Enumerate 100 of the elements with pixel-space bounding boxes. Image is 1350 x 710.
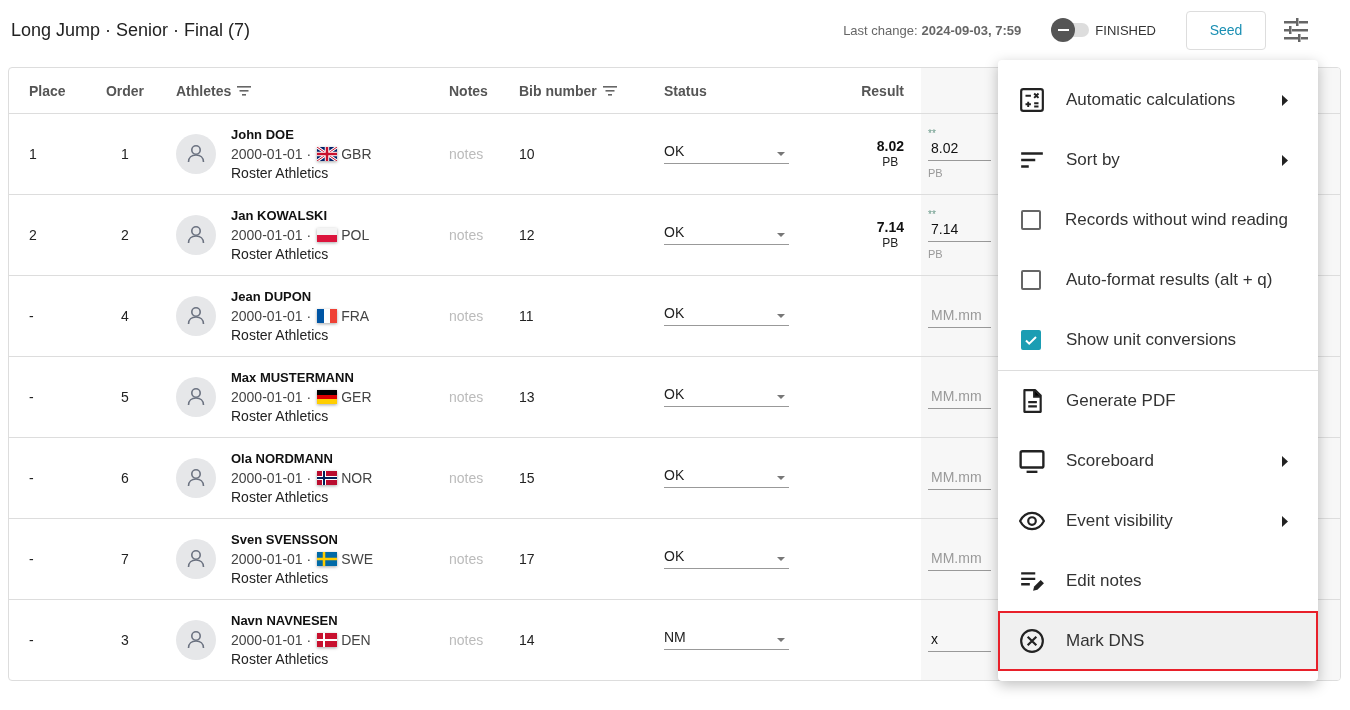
column-header[interactable]: Notes — [449, 82, 488, 99]
country-code: SWE — [341, 551, 374, 567]
menu-item[interactable]: Edit notes — [998, 551, 1318, 611]
birth-date: 2000-01-01 · — [231, 308, 312, 324]
filter-icon — [237, 86, 252, 96]
attempt-field[interactable]: 7.14 — [928, 218, 991, 242]
bib-cell: 11 — [519, 308, 534, 324]
result-note: PB — [882, 235, 899, 251]
athlete-name[interactable]: John DOE — [231, 127, 372, 143]
attempt-field[interactable]: MM.mm — [928, 466, 991, 490]
submenu-arrow-icon — [1282, 455, 1288, 467]
menu-item[interactable]: Mark DNS — [998, 611, 1318, 671]
caret-icon — [777, 475, 785, 480]
athlete-name[interactable]: Sven SVENSSON — [231, 532, 374, 548]
athlete-name[interactable]: Jean DUPON — [231, 289, 370, 305]
sliders-icon — [1283, 18, 1309, 42]
submenu-arrow-icon — [1282, 515, 1288, 527]
birth-date: 2000-01-01 · — [231, 389, 312, 405]
menu-item[interactable]: Show unit conversions — [998, 310, 1318, 370]
menu-item[interactable]: Automatic calculations — [998, 70, 1318, 130]
birth-date: 2000-01-01 · — [231, 632, 312, 648]
notes-field[interactable]: notes — [449, 227, 499, 243]
notes-field[interactable]: notes — [449, 308, 499, 324]
club-name: Roster Athletics — [231, 651, 330, 667]
settings-button[interactable] — [1282, 16, 1310, 44]
notes-field[interactable]: notes — [449, 632, 499, 648]
menu-item[interactable]: Auto-format results (alt + q) — [998, 250, 1318, 310]
birth-date: 2000-01-01 · — [231, 146, 312, 162]
flag-icon — [317, 309, 338, 323]
flag-icon — [317, 147, 338, 161]
attempt-note: PB — [928, 247, 944, 260]
status-select[interactable]: NM — [664, 628, 789, 650]
monitor-icon — [1019, 448, 1045, 474]
column-header[interactable]: Result — [861, 82, 904, 99]
menu-item[interactable]: Sort by — [998, 130, 1318, 190]
calculator-icon — [1019, 87, 1045, 113]
attempt-field[interactable]: MM.mm — [928, 547, 991, 571]
country-code: NOR — [341, 470, 373, 486]
seed-button[interactable]: Seed — [1186, 10, 1266, 50]
caret-icon — [777, 313, 785, 318]
avatar-icon — [176, 134, 216, 174]
record-mark: ** — [928, 129, 937, 138]
attempt-field[interactable]: 8.02 — [928, 137, 991, 161]
notes-field[interactable]: notes — [449, 389, 499, 405]
caret-icon — [777, 151, 785, 156]
checkbox[interactable] — [1021, 330, 1041, 350]
athlete-name[interactable]: Ola NORDMANN — [231, 451, 373, 467]
order-cell: 4 — [121, 308, 129, 324]
bib-cell: 12 — [519, 227, 535, 243]
notes-field[interactable]: notes — [449, 146, 499, 162]
order-cell: 6 — [121, 470, 129, 486]
athlete-name[interactable]: Max MUSTERMANN — [231, 370, 372, 386]
result-value: 7.14 — [876, 219, 904, 235]
country-code: POL — [341, 227, 370, 243]
caret-icon — [777, 556, 785, 561]
athlete-name[interactable]: Navn NAVNESEN — [231, 613, 371, 629]
place-cell: - — [29, 389, 34, 405]
column-header[interactable]: Status — [664, 82, 707, 99]
submenu-arrow-icon — [1282, 154, 1288, 166]
result-note: PB — [882, 154, 899, 170]
notes-field[interactable]: notes — [449, 470, 499, 486]
menu-item[interactable]: Generate PDF — [998, 371, 1318, 431]
status-select[interactable]: OK — [664, 223, 789, 245]
avatar-icon — [176, 620, 216, 660]
status-select[interactable]: OK — [664, 547, 789, 569]
finished-toggle[interactable] — [1051, 18, 1090, 42]
country-code: GBR — [341, 146, 372, 162]
checkbox[interactable] — [1021, 270, 1041, 290]
place-cell: - — [29, 551, 34, 567]
bib-cell: 15 — [519, 470, 535, 486]
attempt-field[interactable]: x — [928, 628, 991, 652]
attempt-note: PB — [928, 166, 944, 179]
menu-item[interactable]: Records without wind reading — [998, 190, 1318, 250]
menu-item[interactable]: Scoreboard — [998, 431, 1318, 491]
order-cell: 3 — [121, 632, 129, 648]
club-name: Roster Athletics — [231, 165, 330, 181]
athlete-name[interactable]: Jan KOWALSKI — [231, 208, 370, 224]
attempt-field[interactable]: MM.mm — [928, 304, 991, 328]
caret-icon — [777, 394, 785, 399]
avatar-icon — [176, 458, 216, 498]
club-name: Roster Athletics — [231, 489, 330, 505]
status-select[interactable]: OK — [664, 466, 789, 488]
checkbox[interactable] — [1021, 210, 1041, 230]
order-cell: 2 — [121, 227, 129, 243]
column-header[interactable]: Athletes — [176, 82, 232, 99]
attempt-field[interactable]: MM.mm — [928, 385, 991, 409]
page-title: Long Jump · Senior · Final (7) — [11, 19, 251, 41]
column-header[interactable]: Bib number — [519, 82, 597, 99]
column-header[interactable]: Order — [105, 82, 145, 99]
status-select[interactable]: OK — [664, 385, 789, 407]
status-select[interactable]: OK — [664, 142, 789, 164]
last-change-label: Last change: — [843, 22, 918, 38]
birth-date: 2000-01-01 · — [231, 227, 312, 243]
menu-item[interactable]: Event visibility — [998, 491, 1318, 551]
place-cell: 1 — [29, 146, 37, 162]
status-select[interactable]: OK — [664, 304, 789, 326]
place-cell: 2 — [29, 227, 37, 243]
column-header[interactable]: Place — [29, 82, 66, 99]
notes-field[interactable]: notes — [449, 551, 499, 567]
cancel-icon — [1019, 628, 1045, 654]
